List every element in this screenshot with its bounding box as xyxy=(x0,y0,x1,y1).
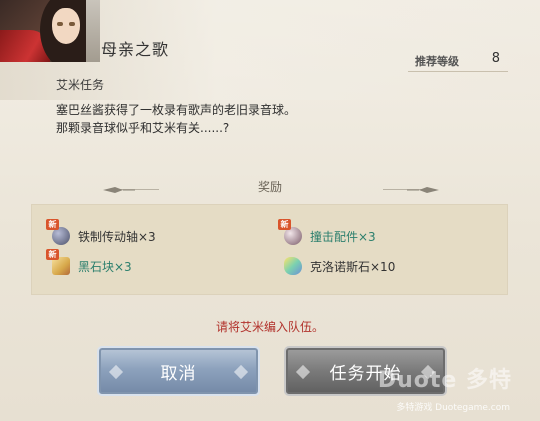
reward-item-label: 克洛诺斯石×10 xyxy=(310,259,396,274)
diamond-icon xyxy=(295,364,311,380)
new-badge: 新 xyxy=(278,219,291,230)
reward-item-label: 铁制传动轴×3 xyxy=(78,229,156,244)
diamond-icon xyxy=(233,364,249,380)
character-portrait xyxy=(0,0,100,62)
reward-item-label: 黑石块×3 xyxy=(78,259,132,274)
gear-shaft-icon: 新 xyxy=(46,219,70,245)
watermark-logo: Duote 多特 xyxy=(377,368,512,393)
reward-item-label: 撞击配件×3 xyxy=(310,229,376,244)
description-line: 塞巴丝酱获得了一枚录有歌声的老旧录音球。 xyxy=(56,103,297,117)
quest-dialog: 母亲之歌 推荐等级 8 艾米任务 塞巴丝酱获得了一枚录有歌声的老旧录音球。 那颗… xyxy=(0,0,540,421)
quest-subtitle: 艾米任务 xyxy=(56,78,105,92)
reward-section-label: 奖励 xyxy=(257,180,282,194)
watermark-text: 多特游戏 Duotegame.com xyxy=(396,403,510,413)
quest-title: 母亲之歌 xyxy=(101,40,170,59)
new-badge: 新 xyxy=(46,219,59,230)
black-stone-icon: 新 xyxy=(46,249,70,275)
level-value: 8 xyxy=(491,51,500,66)
cancel-button-label: 取消 xyxy=(160,363,197,384)
level-label: 推荐等级 xyxy=(415,55,459,68)
reward-item[interactable]: 克洛诺斯石×10 xyxy=(284,255,395,277)
new-badge: 新 xyxy=(46,249,59,260)
diamond-icon xyxy=(108,364,124,380)
impact-part-icon: 新 xyxy=(278,219,302,245)
cancel-button[interactable]: 取消 xyxy=(97,346,260,396)
chronos-stone-icon xyxy=(284,257,302,275)
reward-item[interactable]: 新 撞击配件×3 xyxy=(278,219,376,247)
description-line: 那颗录音球似乎和艾米有关......? xyxy=(56,121,230,135)
reward-item[interactable]: 新 铁制传动轴×3 xyxy=(46,219,156,247)
quest-description: 塞巴丝酱获得了一枚录有歌声的老旧录音球。 那颗录音球似乎和艾米有关......? xyxy=(56,101,296,137)
reward-item[interactable]: 新 黑石块×3 xyxy=(46,249,132,277)
reward-panel: 新 铁制传动轴×3 新 撞击配件×3 新 黑石块×3 克洛诺斯石×10 xyxy=(31,204,508,295)
party-notice: 请将艾米编入队伍。 xyxy=(215,320,324,334)
recommended-level: 推荐等级 8 xyxy=(408,50,508,72)
